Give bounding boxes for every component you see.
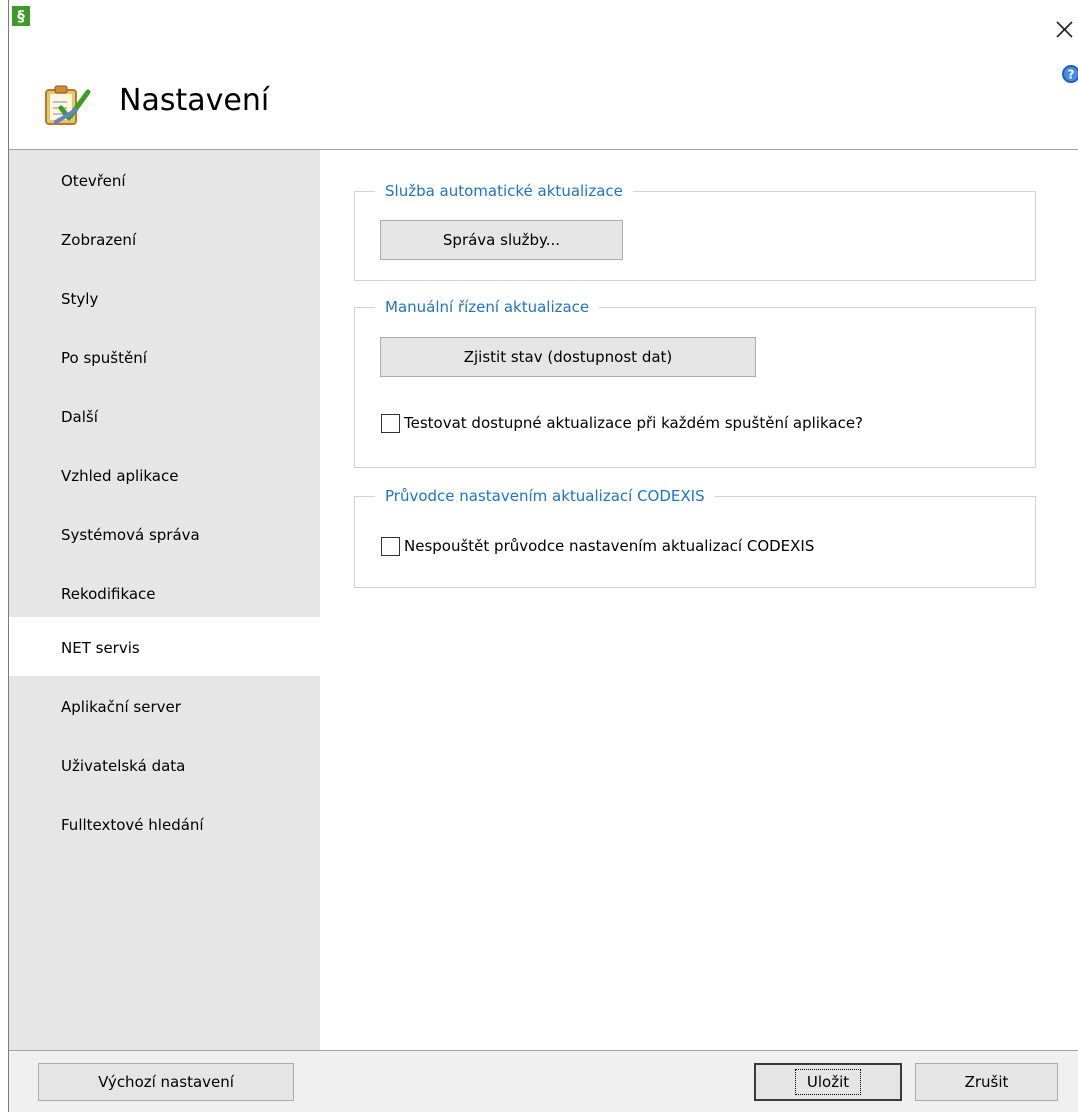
sidebar-item-label: NET servis bbox=[61, 639, 140, 657]
sidebar-item-label: Zobrazení bbox=[61, 231, 137, 249]
dialog-footer: Výchozí nastavení Uložit Zrušit bbox=[9, 1051, 1078, 1112]
sidebar-item-label: Po spuštění bbox=[61, 349, 147, 367]
manage-service-button[interactable]: Správa služby... bbox=[380, 220, 623, 260]
sidebar-item-label: Rekodifikace bbox=[61, 585, 156, 603]
group-title: Služba automatické aktualizace bbox=[375, 181, 633, 201]
defaults-button[interactable]: Výchozí nastavení bbox=[38, 1063, 294, 1101]
sidebar-item-label: Aplikační server bbox=[61, 698, 181, 716]
settings-window: § ? Nastavení Otevření Zobrazení Styly P… bbox=[0, 0, 1078, 1112]
sidebar-item-label: Fulltextové hledání bbox=[61, 816, 204, 834]
sidebar-item-aplikacni-server[interactable]: Aplikační server bbox=[9, 676, 320, 735]
sidebar-item-vzhled-aplikace[interactable]: Vzhled aplikace bbox=[9, 445, 320, 504]
sidebar-item-label: Styly bbox=[61, 290, 99, 308]
page-title: Nastavení bbox=[119, 83, 270, 118]
sidebar-item-label: Otevření bbox=[61, 172, 126, 190]
sidebar-item-systemova-sprava[interactable]: Systémová správa bbox=[9, 504, 320, 563]
sidebar-item-label: Další bbox=[61, 408, 98, 426]
button-label: Výchozí nastavení bbox=[98, 1073, 234, 1091]
sidebar-item-oteverni[interactable]: Otevření bbox=[9, 150, 320, 209]
sidebar-item-styly[interactable]: Styly bbox=[9, 268, 320, 327]
skip-wizard-option[interactable]: Nespouštět průvodce nastavením aktualiza… bbox=[381, 536, 814, 556]
sidebar-item-label: Uživatelská data bbox=[61, 757, 186, 775]
sidebar-item-uzivatelska-data[interactable]: Uživatelská data bbox=[9, 735, 320, 794]
checkbox-label: Testovat dostupné aktualizace při každém… bbox=[404, 414, 864, 432]
sidebar-item-label: Systémová správa bbox=[61, 526, 200, 544]
svg-text:?: ? bbox=[1068, 68, 1075, 82]
sidebar-item-label: Vzhled aplikace bbox=[61, 467, 179, 485]
sidebar-item-dalsi[interactable]: Další bbox=[9, 386, 320, 445]
sidebar-item-net-servis[interactable]: NET servis bbox=[9, 617, 320, 676]
group-title: Manuální řízení aktualizace bbox=[375, 297, 600, 317]
test-updates-option[interactable]: Testovat dostupné aktualizace při každém… bbox=[381, 413, 863, 433]
help-icon[interactable]: ? bbox=[1060, 63, 1078, 85]
cancel-button[interactable]: Zrušit bbox=[915, 1063, 1058, 1101]
sidebar-item-rekodifikace[interactable]: Rekodifikace bbox=[9, 563, 320, 622]
group-update-service: Služba automatické aktualizace Správa sl… bbox=[354, 181, 1036, 281]
settings-sidebar: Otevření Zobrazení Styly Po spuštění Dal… bbox=[9, 150, 320, 1050]
skip-wizard-checkbox[interactable] bbox=[381, 536, 400, 556]
group-update-wizard: Průvodce nastavením aktualizací CODEXIS … bbox=[354, 486, 1036, 588]
checkbox-label: Nespouštět průvodce nastavením aktualiza… bbox=[404, 537, 815, 555]
button-label: Zjistit stav (dostupnost dat) bbox=[463, 348, 673, 366]
button-label: Uložit bbox=[794, 1069, 862, 1095]
group-manual-update: Manuální řízení aktualizace Zjistit stav… bbox=[354, 297, 1036, 468]
app-logo-icon: § bbox=[12, 6, 30, 26]
settings-checklist-icon bbox=[36, 78, 98, 128]
test-updates-checkbox[interactable] bbox=[381, 413, 400, 433]
close-icon[interactable] bbox=[1052, 16, 1078, 42]
sidebar-item-po-spusteni[interactable]: Po spuštění bbox=[9, 327, 320, 386]
button-label: Správa služby... bbox=[442, 231, 561, 249]
check-status-button[interactable]: Zjistit stav (dostupnost dat) bbox=[380, 337, 756, 377]
button-label: Zrušit bbox=[964, 1073, 1009, 1091]
sidebar-item-fulltextove-hledani[interactable]: Fulltextové hledání bbox=[9, 794, 320, 853]
save-button[interactable]: Uložit bbox=[754, 1063, 902, 1101]
group-title: Průvodce nastavením aktualizací CODEXIS bbox=[375, 486, 715, 506]
sidebar-item-zobrazeni[interactable]: Zobrazení bbox=[9, 209, 320, 268]
